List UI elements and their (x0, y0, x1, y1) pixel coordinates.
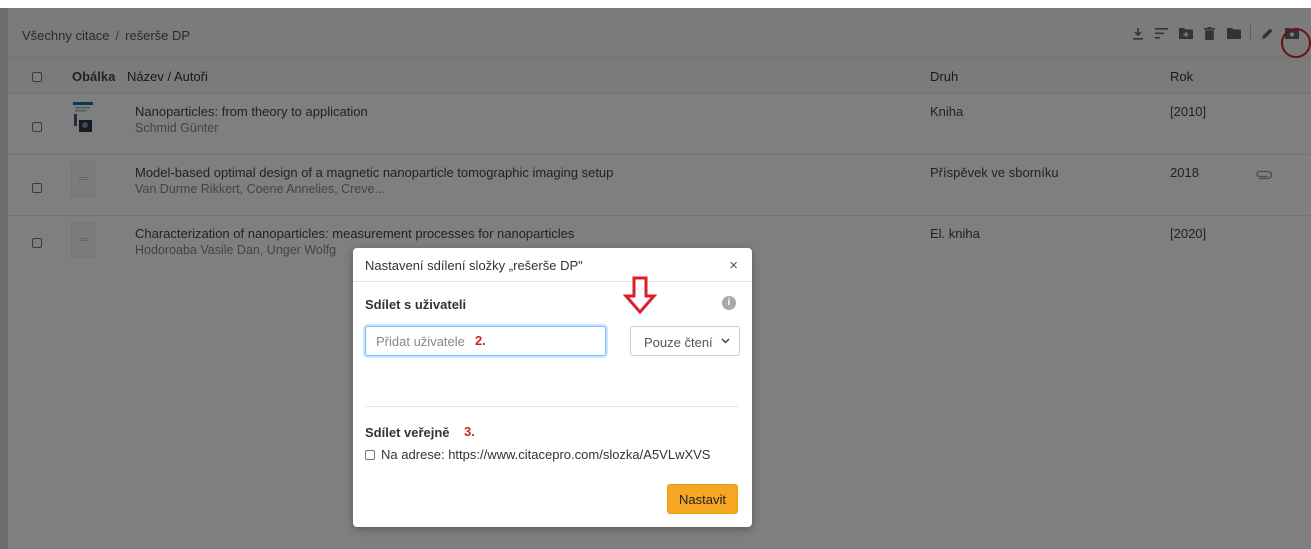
dialog-title: Nastavení sdílení složky „rešerše DP" (365, 258, 583, 273)
dialog-header: Nastavení sdílení složky „rešerše DP" × (353, 248, 752, 282)
divider (365, 406, 738, 407)
set-button[interactable]: Nastavit (667, 484, 738, 514)
permission-value: Pouze čtení (644, 335, 713, 350)
share-with-users-title: Sdílet s uživateli (365, 297, 467, 312)
chevron-down-icon (721, 336, 730, 346)
share-public-title: Sdílet veřejně (365, 425, 450, 440)
public-address-label: Na adrese: https://www.citacepro.com/slo… (381, 447, 711, 462)
arrow-down-icon (623, 276, 657, 314)
info-icon[interactable]: i (722, 296, 736, 310)
close-icon[interactable]: × (729, 257, 738, 274)
share-folder-dialog: Nastavení sdílení složky „rešerše DP" × … (353, 248, 752, 527)
public-share-option[interactable]: Na adrese: https://www.citacepro.com/slo… (365, 447, 710, 462)
annotation-step-2: 2. (475, 333, 486, 348)
annotation-step-3: 3. (464, 424, 475, 439)
permission-select[interactable]: Pouze čtení (630, 326, 740, 356)
public-share-checkbox[interactable] (365, 449, 375, 460)
